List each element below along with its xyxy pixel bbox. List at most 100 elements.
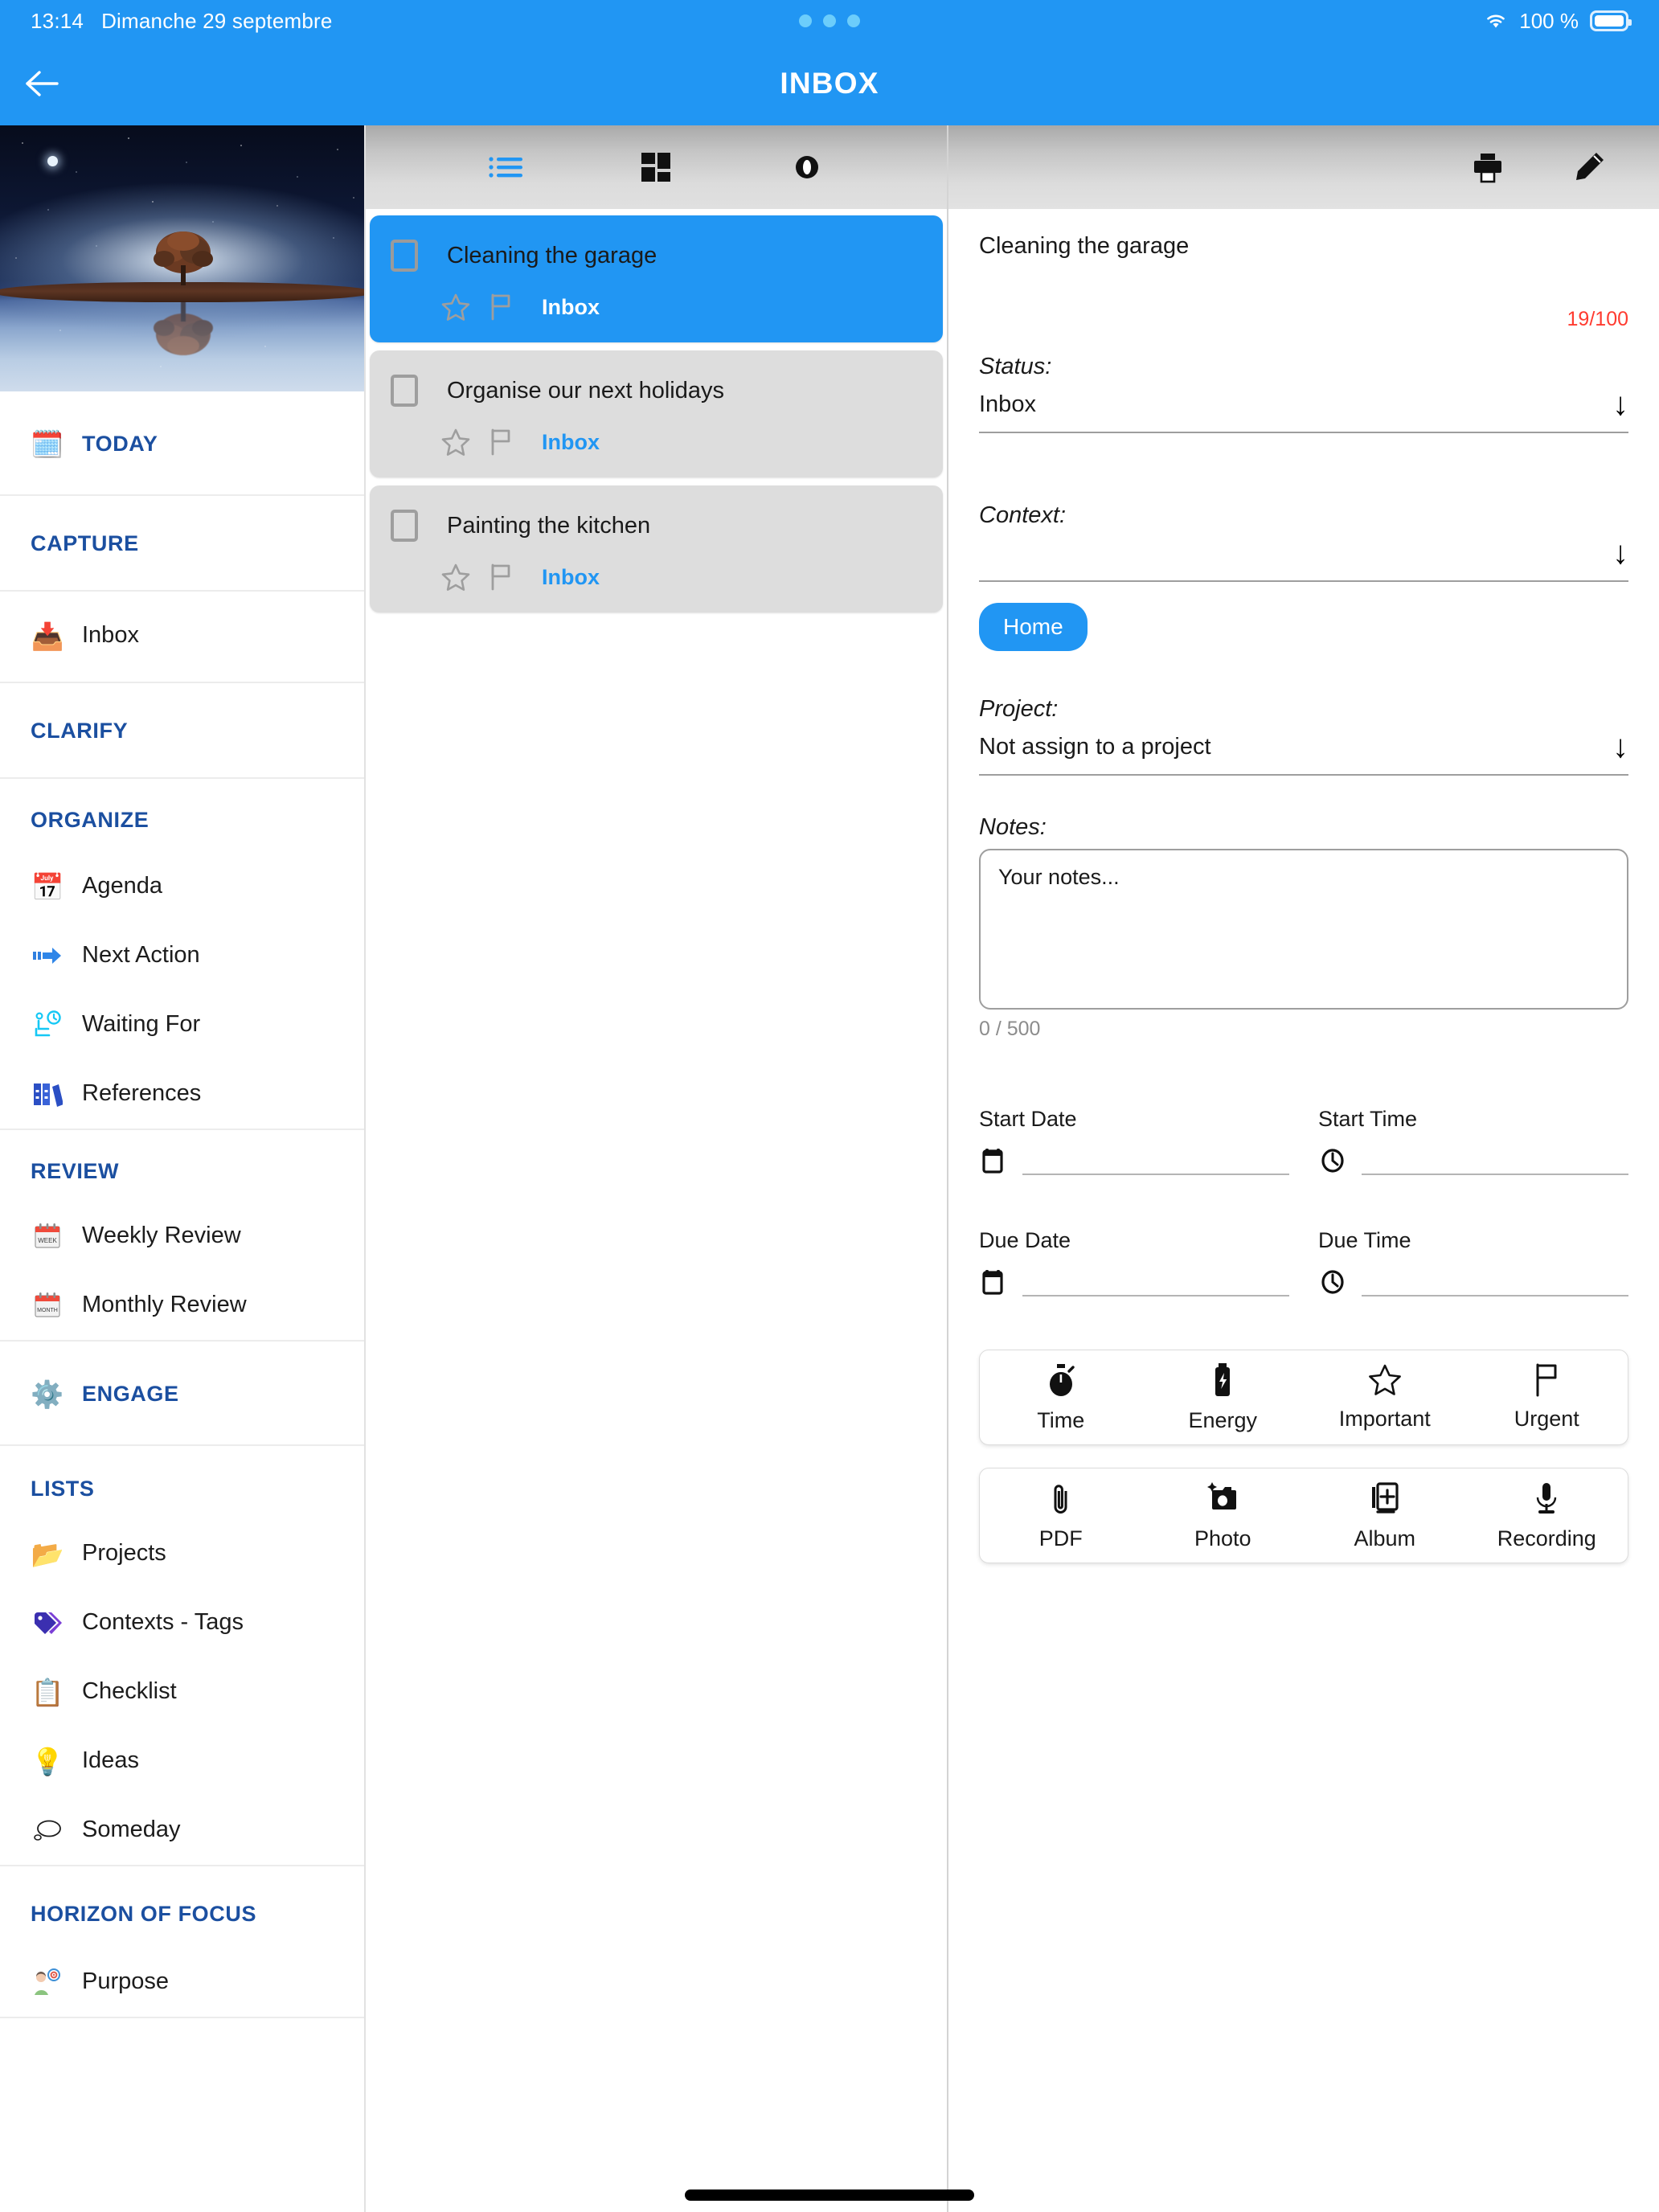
important-button[interactable]: Important xyxy=(1304,1363,1466,1433)
sidebar-item-purpose[interactable]: Purpose xyxy=(0,1948,364,2017)
clock-icon[interactable] xyxy=(1318,1145,1349,1175)
grid-view-button[interactable] xyxy=(628,139,684,195)
sidebar-header-review: REVIEW xyxy=(0,1130,364,1202)
sidebar-item-agenda[interactable]: 📅 Agenda xyxy=(0,852,364,921)
sidebar-item-waiting-for-label: Waiting For xyxy=(82,1011,201,1038)
svg-text:WEEK: WEEK xyxy=(38,1237,57,1244)
task-card[interactable]: Organise our next holidays Inbox xyxy=(370,350,943,477)
calendar-icon[interactable] xyxy=(979,1145,1010,1175)
tree-silhouette xyxy=(153,231,213,285)
sidebar-item-engage[interactable]: ⚙️ ENGAGE xyxy=(0,1342,364,1444)
sidebar-section-organize: ORGANIZE 📅 Agenda Next Action Waiting Fo… xyxy=(0,779,364,1130)
due-date-field: Due Date xyxy=(979,1228,1289,1317)
battery-bolt-icon xyxy=(1210,1363,1235,1399)
sidebar-item-someday[interactable]: Someday xyxy=(0,1796,364,1865)
task-list-panel: Cleaning the garage Inbox Organise our n… xyxy=(366,125,948,2212)
status-dropdown[interactable]: Inbox ↓ xyxy=(979,380,1628,433)
task-checkbox[interactable] xyxy=(391,375,418,407)
app-bar: INBOX xyxy=(0,42,1659,125)
detail-task-title: Cleaning the garage xyxy=(979,233,1190,259)
task-title: Cleaning the garage xyxy=(447,242,657,268)
due-time-field: Due Time xyxy=(1318,1228,1628,1317)
arrow-right-icon xyxy=(31,939,64,973)
task-checkbox[interactable] xyxy=(391,510,418,542)
context-label: Context: xyxy=(979,502,1066,528)
context-chip-home[interactable]: Home xyxy=(979,603,1088,651)
due-date-label: Due Date xyxy=(979,1228,1071,1252)
edit-button[interactable] xyxy=(1561,139,1617,195)
sidebar-item-references-label: References xyxy=(82,1080,202,1107)
sidebar-item-next-action-label: Next Action xyxy=(82,942,200,969)
album-button[interactable]: Album xyxy=(1304,1481,1466,1551)
start-time-input[interactable] xyxy=(1318,1140,1628,1175)
sidebar: 🗓️ TODAY CAPTURE 📥 Inbox CLARIFY ORGANIZ… xyxy=(0,125,366,2212)
context-dropdown[interactable]: ↓ xyxy=(979,529,1628,582)
photo-button[interactable]: Photo xyxy=(1142,1481,1305,1551)
status-label: Status: xyxy=(979,354,1052,379)
sidebar-item-someday-label: Someday xyxy=(82,1817,181,1843)
paperclip-icon xyxy=(1047,1481,1075,1517)
preview-button[interactable] xyxy=(779,139,835,195)
sidebar-header-clarify: CLARIFY xyxy=(0,683,364,777)
task-list: Cleaning the garage Inbox Organise our n… xyxy=(366,209,947,621)
start-date-input[interactable] xyxy=(979,1140,1289,1175)
sidebar-header-organize-label: ORGANIZE xyxy=(31,808,150,832)
dot-2 xyxy=(823,14,836,27)
sidebar-item-contexts-tags[interactable]: Contexts - Tags xyxy=(0,1588,364,1657)
sidebar-item-weekly-review-label: Weekly Review xyxy=(82,1223,241,1249)
pdf-button[interactable]: PDF xyxy=(980,1481,1142,1551)
list-view-button[interactable] xyxy=(477,139,534,195)
sidebar-header-capture: CAPTURE xyxy=(0,496,364,590)
task-checkbox[interactable] xyxy=(391,240,418,272)
sidebar-section-horizon: HORIZON OF FOCUS Purpose xyxy=(0,1866,364,2018)
notes-input[interactable]: Your notes... xyxy=(979,849,1628,1010)
notes-char-count: 0 / 500 xyxy=(979,1018,1041,1040)
sidebar-item-inbox-label: Inbox xyxy=(82,622,139,649)
moon-icon xyxy=(47,156,58,166)
star-icon[interactable] xyxy=(440,563,471,592)
star-icon[interactable] xyxy=(440,293,471,322)
title-char-count: 19/100 xyxy=(1567,308,1628,330)
sidebar-item-inbox[interactable]: 📥 Inbox xyxy=(0,592,364,682)
sidebar-item-today[interactable]: 🗓️ TODAY xyxy=(0,391,364,494)
attachment-button-panel: PDF Photo Album Recording xyxy=(979,1468,1628,1563)
time-button-label: Time xyxy=(1037,1408,1085,1432)
sidebar-item-waiting-for[interactable]: Waiting For xyxy=(0,990,364,1059)
calendar-icon[interactable] xyxy=(979,1266,1010,1296)
sidebar-item-next-action[interactable]: Next Action xyxy=(0,921,364,990)
time-button[interactable]: Time xyxy=(980,1363,1142,1433)
detail-body: Cleaning the garage 19/100 Status: Inbox… xyxy=(948,209,1659,2212)
sidebar-item-monthly-review[interactable]: MONTH Monthly Review xyxy=(0,1271,364,1340)
sidebar-item-projects[interactable]: 📂 Projects xyxy=(0,1519,364,1588)
star-icon[interactable] xyxy=(440,428,471,457)
due-time-input[interactable] xyxy=(1318,1261,1628,1296)
flag-icon[interactable] xyxy=(489,293,514,322)
recording-button[interactable]: Recording xyxy=(1466,1481,1628,1551)
sidebar-item-ideas[interactable]: 💡 Ideas xyxy=(0,1727,364,1796)
sidebar-item-checklist-label: Checklist xyxy=(82,1678,177,1705)
start-date-field: Start Date xyxy=(979,1107,1289,1196)
sidebar-header-lists-label: LISTS xyxy=(31,1477,95,1501)
print-button[interactable] xyxy=(1460,139,1516,195)
sidebar-item-references[interactable]: References xyxy=(0,1059,364,1129)
energy-button[interactable]: Energy xyxy=(1142,1363,1305,1433)
task-card[interactable]: Cleaning the garage Inbox xyxy=(370,215,943,342)
task-card[interactable]: Painting the kitchen Inbox xyxy=(370,485,943,612)
sidebar-item-checklist[interactable]: 📋 Checklist xyxy=(0,1657,364,1727)
checklist-icon: 📋 xyxy=(31,1677,64,1707)
clock-icon[interactable] xyxy=(1318,1266,1349,1296)
urgent-button[interactable]: Urgent xyxy=(1466,1363,1628,1433)
pdf-button-label: PDF xyxy=(1038,1526,1083,1550)
flag-icon[interactable] xyxy=(489,563,514,592)
sidebar-item-weekly-review[interactable]: WEEK Weekly Review xyxy=(0,1202,364,1271)
chevron-down-icon: ↓ xyxy=(1612,729,1628,764)
sidebar-section-lists: LISTS 📂 Projects Contexts - Tags 📋 Check… xyxy=(0,1446,364,1866)
calendar-icon: 📅 xyxy=(31,871,64,902)
project-dropdown[interactable]: Not assign to a project ↓ xyxy=(979,723,1628,776)
due-date-input[interactable] xyxy=(979,1261,1289,1296)
folder-icon: 📂 xyxy=(31,1538,64,1569)
flag-icon[interactable] xyxy=(489,428,514,457)
notes-placeholder: Your notes... xyxy=(998,865,1120,889)
status-bar-right: 100 % xyxy=(1484,9,1632,34)
album-button-label: Album xyxy=(1354,1526,1416,1550)
